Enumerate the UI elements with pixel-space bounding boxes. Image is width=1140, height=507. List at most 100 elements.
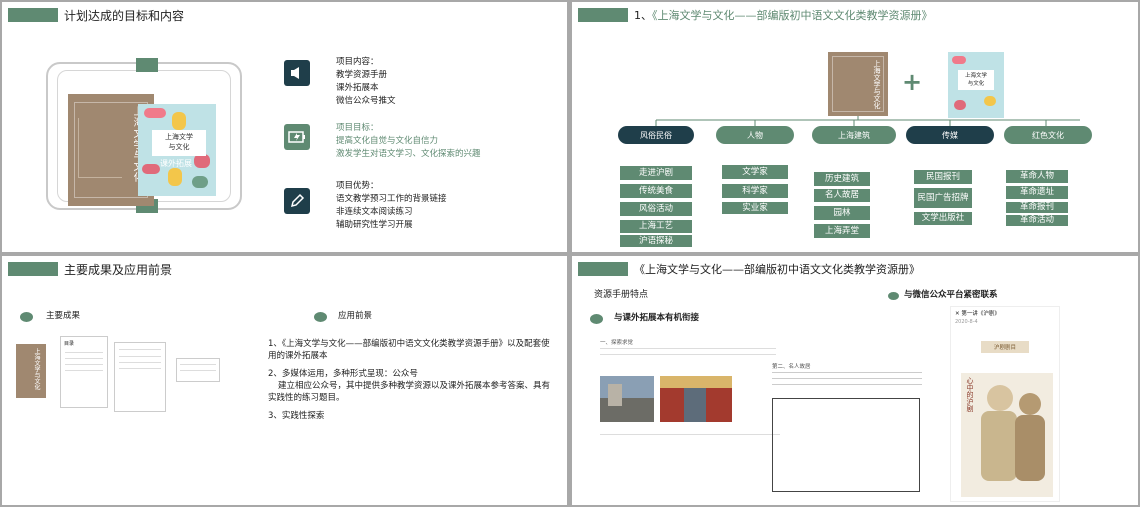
category-media: 传媒 (906, 126, 994, 144)
title-accent-bar (8, 8, 58, 22)
item-line: 教学资源手册 (336, 70, 388, 80)
speaker-icon (284, 60, 310, 86)
content-page-thumb (114, 342, 166, 412)
item-line: 语文教学预习工作的背景链接 (336, 194, 447, 204)
item-heading: 项目内容： (336, 57, 379, 67)
item-line: 课外拓展本 (336, 83, 379, 93)
book-subtitle: 课外拓展 (160, 159, 192, 168)
bullet-dot (590, 314, 603, 324)
wechat-header-text: 第一讲《沪剧》 (961, 311, 1000, 317)
leaf-item: 传统美食 (620, 184, 692, 198)
text-line (119, 349, 161, 350)
slide-subtitle: 资源手册特点 (594, 290, 649, 300)
item-advantage-block: 项目优势： 语文教学预习工作的背景链接 非连续文本阅读练习 辅助研究性学习开展 (336, 180, 447, 232)
right-heading: 与微信公众平台紧密联系 (904, 290, 998, 300)
leaf-item: 历史建筑 (814, 172, 870, 186)
category-red-culture: 红色文化 (1004, 126, 1092, 144)
toc-title: 目录 (64, 341, 75, 347)
wechat-banner: 沪剧剧目 (981, 341, 1029, 353)
leaf-item: 科学家 (722, 184, 788, 198)
text-line (119, 362, 161, 363)
slide-goals: 计划达成的目标和内容 上海文学与文化 上海文学 与文化 课外拓展 项目内容： 教… (2, 2, 567, 252)
doc-section-heading: 一、探索求觉 (600, 340, 634, 346)
battery-icon (284, 124, 310, 150)
item-line: 非连续文本阅读练习 (336, 207, 413, 217)
photo-roofs (660, 376, 732, 388)
decor-blob (194, 154, 210, 168)
book-label: 上海文学 与文化 (152, 130, 206, 156)
leaf-item: 民国报刊 (914, 170, 972, 184)
item-line: 辅助研究性学习开展 (336, 220, 413, 230)
decor-blob (192, 176, 208, 188)
point-2-detail: 建立相应公众号，其中提供多种教学资源以及课外拓展本参考答案、具有实践性的练习题目… (268, 381, 551, 403)
item-content-block: 项目内容： 教学资源手册 课外拓展本 微信公众号推文 (336, 56, 396, 108)
poster-text: 心中的沪剧 (966, 377, 974, 412)
exercise-page: 一、探索求觉 第二、名人故居 (598, 336, 942, 496)
text-line (600, 354, 776, 355)
category-folk-customs: 风俗民俗 (618, 126, 694, 144)
text-line (180, 364, 216, 365)
slide-resource-book: 1、《上海文学与文化——部编版初中语文文化类教学资源册》 上海文学与文化 + 上… (572, 2, 1138, 252)
toc-line (65, 370, 103, 371)
leaf-item: 园林 (814, 206, 870, 220)
point-3: 3、实践性探索 (268, 411, 325, 421)
text-line (119, 356, 161, 357)
leaf-item: 民国广告招牌 (914, 188, 972, 208)
photo-building (608, 384, 622, 406)
category-architecture: 上海建筑 (812, 126, 896, 144)
text-line (119, 368, 161, 369)
bullet-dot (888, 292, 899, 300)
left-heading: 与课外拓展本有机衔接 (614, 313, 700, 323)
leaf-item: 革命遗址 (1006, 186, 1068, 199)
book-title: 上海文学与文化 (33, 348, 40, 390)
bullet-dot (20, 312, 33, 322)
opera-poster: 心中的沪剧 (961, 373, 1053, 497)
leaf-item: 革命人物 (1006, 170, 1068, 183)
slide-title: 计划达成的目标和内容 (64, 9, 185, 23)
figure-head (987, 385, 1013, 411)
leaf-item: 上海工艺 (620, 220, 692, 233)
leaf-item: 上海弄堂 (814, 224, 870, 238)
leaf-item: 风俗活动 (620, 202, 692, 216)
category-people: 人物 (716, 126, 794, 144)
item-line: 提高文化自觉与文化自信力 (336, 136, 439, 146)
wechat-article-preview: ✕ 第一讲《沪剧》 2020-8-4 沪剧剧目 心中的沪剧 (950, 306, 1060, 502)
slide-achievements: 主要成果及应用前景 主要成果 应用前景 上海文学与文化 目录 1、《上海文学与文… (2, 256, 567, 505)
text-line (180, 370, 216, 371)
slide-title: 《上海文学与文化——部编版初中语文文化类教学资源册》 (634, 263, 920, 276)
text-line (600, 348, 776, 349)
note-card-thumb (176, 358, 220, 382)
title-accent-bar (578, 262, 628, 276)
figure-head-2 (1019, 393, 1041, 415)
bullet-dot (314, 312, 327, 322)
text-line (772, 372, 922, 373)
text-line (772, 384, 922, 385)
figure-body-2 (1015, 415, 1045, 481)
leaf-item: 革命报刊 (1006, 202, 1068, 213)
item-line: 激发学生对语文学习、文化探索的兴趣 (336, 149, 481, 159)
point-2: 2、多媒体运用，多种形式呈现：公众号 (268, 369, 418, 379)
leaf-item: 沪语探秘 (620, 235, 692, 247)
decor-blob (168, 168, 182, 186)
book-cover-thumb: 上海文学与文化 (16, 344, 46, 398)
item-heading: 项目目标： (336, 123, 379, 133)
skyline-sketch (78, 118, 122, 178)
toc-line (65, 358, 103, 359)
frame-tab-top (136, 58, 158, 72)
decor-blob (172, 112, 186, 130)
toc-line (65, 364, 103, 365)
wechat-date: 2020-8-4 (955, 319, 978, 325)
photo-old-street (660, 376, 732, 422)
figure-body (981, 411, 1017, 481)
doc-section-heading-2: 第二、名人故居 (772, 364, 811, 370)
text-line (772, 378, 922, 379)
item-heading: 项目优势： (336, 181, 379, 191)
book-title-line1: 上海文学 (165, 133, 193, 141)
photo-street (600, 376, 654, 422)
item-line: 微信公众号推文 (336, 96, 396, 106)
wechat-header: ✕ 第一讲《沪剧》 (955, 309, 1000, 317)
slide-features: 《上海文学与文化——部编版初中语文文化类教学资源册》 资源手册特点 与课外拓展本… (572, 256, 1138, 505)
leaf-item: 文学出版社 (914, 212, 972, 225)
leaf-item: 走进沪剧 (620, 166, 692, 180)
book-cover-b: 上海文学 与文化 课外拓展 (138, 104, 216, 196)
